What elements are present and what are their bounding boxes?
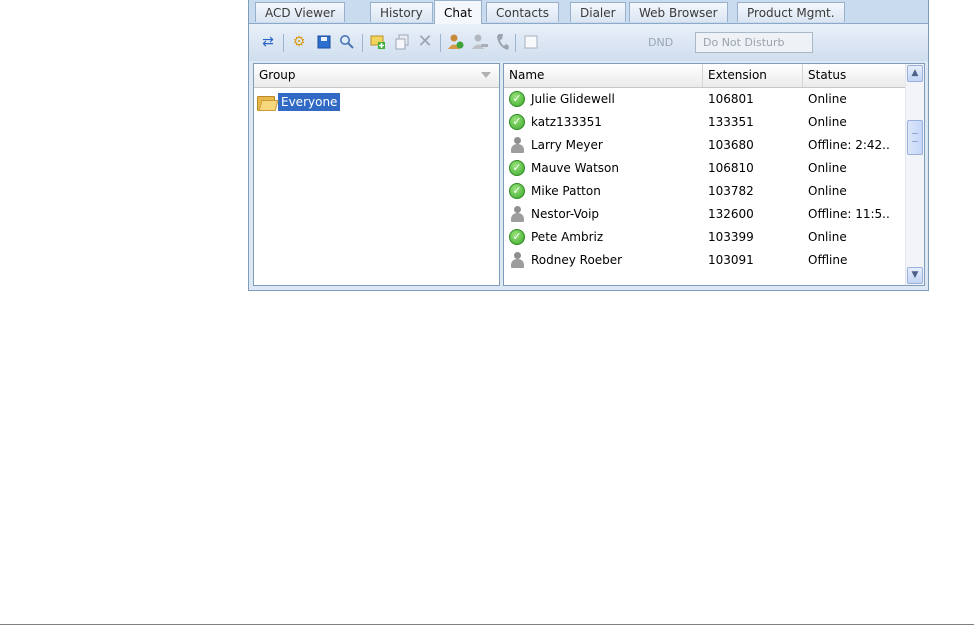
table-row[interactable]: ✓ Mike Patton 103782 Online bbox=[504, 180, 904, 203]
toolbar-separator bbox=[362, 34, 363, 52]
contact-status: Offline: 11:5.. bbox=[808, 207, 890, 221]
scroll-thumb[interactable] bbox=[907, 120, 923, 155]
status-column-header[interactable]: Status bbox=[803, 64, 904, 87]
table-row[interactable]: ✓ katz133351 133351 Online bbox=[504, 111, 904, 134]
toolbar-separator bbox=[283, 34, 284, 52]
group-pane: Group Everyone bbox=[253, 63, 500, 286]
online-status-icon: ✓ bbox=[509, 114, 525, 130]
divider bbox=[0, 624, 974, 625]
group-column-header[interactable]: Group bbox=[254, 64, 499, 87]
offline-user-icon bbox=[510, 252, 524, 268]
table-row[interactable]: ✓ Mauve Watson 106810 Online bbox=[504, 157, 904, 180]
table-row[interactable]: Larry Meyer 103680 Offline: 2:42.. bbox=[504, 134, 904, 157]
online-status-icon: ✓ bbox=[509, 160, 525, 176]
contact-status: Offline: 2:42.. bbox=[808, 138, 890, 152]
table-row[interactable]: ✓ Pete Ambriz 103399 Online bbox=[504, 226, 904, 249]
contact-name: Mike Patton bbox=[531, 184, 601, 198]
online-status-icon: ✓ bbox=[509, 91, 525, 107]
group-item-everyone[interactable]: Everyone bbox=[256, 92, 341, 112]
contact-extension: 103399 bbox=[708, 230, 754, 244]
contact-extension: 106810 bbox=[708, 161, 754, 175]
tab-chat[interactable]: Chat bbox=[434, 0, 483, 24]
scroll-down-button[interactable]: ▼ bbox=[907, 267, 923, 284]
gear-icon[interactable]: ⚙ bbox=[290, 33, 308, 51]
group-header[interactable]: Group bbox=[254, 64, 499, 88]
offline-user-icon bbox=[510, 206, 524, 222]
phone-icon[interactable] bbox=[494, 33, 512, 51]
contact-status: Offline bbox=[808, 253, 848, 267]
contact-name: Rodney Roeber bbox=[531, 253, 623, 267]
tab-history[interactable]: History bbox=[370, 2, 433, 22]
table-row[interactable]: Nestor-Voip 132600 Offline: 11:5.. bbox=[504, 203, 904, 226]
table-row[interactable]: Rodney Roeber 103091 Offline bbox=[504, 249, 904, 272]
chat-panel: ACD Viewer History Chat Contacts Dialer … bbox=[248, 0, 929, 291]
contact-extension: 132600 bbox=[708, 207, 754, 221]
table-row[interactable]: ✓ Julie Glidewell 106801 Online bbox=[504, 88, 904, 111]
contact-status: Online bbox=[808, 161, 847, 175]
do-not-disturb-button[interactable]: Do Not Disturb bbox=[695, 32, 813, 53]
contact-status: Online bbox=[808, 115, 847, 129]
copy-icon[interactable] bbox=[394, 33, 412, 51]
toolbar: ⇄ ⚙ ✕ DND Do Not Disturb bbox=[249, 24, 928, 61]
add-chat-icon[interactable] bbox=[369, 33, 387, 51]
contact-name: Pete Ambriz bbox=[531, 230, 604, 244]
tab-web-browser[interactable]: Web Browser bbox=[629, 2, 728, 22]
scroll-up-button[interactable]: ▲ bbox=[907, 65, 923, 82]
chevron-down-icon[interactable] bbox=[481, 72, 491, 78]
toolbar-separator bbox=[440, 34, 441, 52]
delete-icon[interactable]: ✕ bbox=[416, 33, 434, 51]
vertical-scrollbar[interactable]: ▲ ▼ bbox=[905, 64, 924, 285]
tab-contacts[interactable]: Contacts bbox=[486, 2, 559, 22]
online-status-icon: ✓ bbox=[509, 229, 525, 245]
folder-icon bbox=[256, 94, 279, 111]
contact-name: Mauve Watson bbox=[531, 161, 619, 175]
dnd-label: DND bbox=[648, 36, 674, 49]
contact-status: Online bbox=[808, 184, 847, 198]
contact-name: Nestor-Voip bbox=[531, 207, 600, 221]
offline-user-icon bbox=[510, 137, 524, 153]
save-icon[interactable] bbox=[315, 33, 333, 51]
contact-extension: 133351 bbox=[708, 115, 754, 129]
contact-name: Julie Glidewell bbox=[531, 92, 615, 106]
contact-status: Online bbox=[808, 230, 847, 244]
expand-icon[interactable]: ⇄ bbox=[259, 33, 277, 51]
contact-extension: 103680 bbox=[708, 138, 754, 152]
group-item-label: Everyone bbox=[278, 93, 341, 111]
tab-dialer[interactable]: Dialer bbox=[570, 2, 626, 22]
tab-bar: ACD Viewer History Chat Contacts Dialer … bbox=[249, 0, 928, 24]
contact-name: katz133351 bbox=[531, 115, 602, 129]
contact-extension: 106801 bbox=[708, 92, 754, 106]
tab-acd-viewer[interactable]: ACD Viewer bbox=[255, 2, 346, 22]
online-status-icon: ✓ bbox=[509, 183, 525, 199]
search-icon[interactable] bbox=[338, 33, 356, 51]
checkbox-icon[interactable] bbox=[522, 33, 540, 51]
contacts-pane: Name Extension Status ✓ Julie Glidewell 10… bbox=[503, 63, 925, 286]
contact-status: Online bbox=[808, 92, 847, 106]
add-user-icon[interactable] bbox=[447, 33, 465, 51]
toolbar-separator bbox=[515, 34, 516, 52]
tab-product-mgmt[interactable]: Product Mgmt. bbox=[737, 2, 845, 22]
contact-extension: 103091 bbox=[708, 253, 754, 267]
contact-name: Larry Meyer bbox=[531, 138, 603, 152]
extension-column-header[interactable]: Extension bbox=[703, 64, 803, 87]
contact-extension: 103782 bbox=[708, 184, 754, 198]
remove-user-icon[interactable] bbox=[471, 33, 489, 51]
contacts-header: Name Extension Status bbox=[504, 64, 924, 88]
name-column-header[interactable]: Name bbox=[504, 64, 703, 87]
